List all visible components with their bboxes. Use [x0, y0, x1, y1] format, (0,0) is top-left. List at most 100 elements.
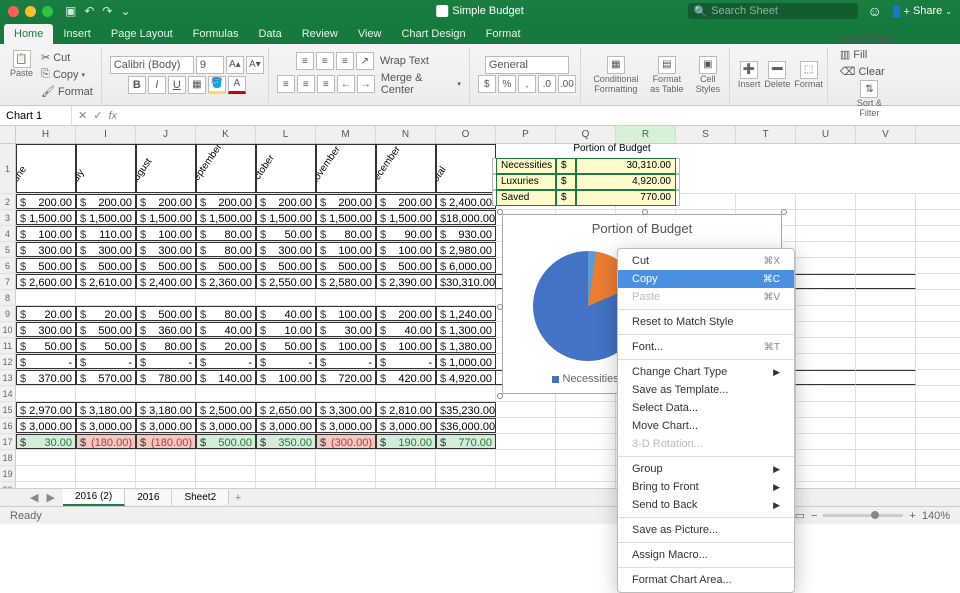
col-header[interactable]: L [256, 126, 316, 143]
data-cell[interactable]: $2,400.00 [136, 274, 196, 289]
italic-button[interactable]: I [148, 76, 166, 94]
column-headers[interactable]: HIJKLMNOPQRSTUV [0, 126, 960, 144]
data-cell[interactable]: $100.00 [376, 242, 436, 257]
data-cell[interactable]: $370.00 [16, 370, 76, 385]
undo-icon[interactable]: ↶ [84, 4, 94, 18]
indent-inc-button[interactable]: → [357, 75, 375, 93]
data-cell[interactable]: $- [76, 354, 136, 369]
data-cell[interactable]: $500.00 [16, 258, 76, 273]
maximize-icon[interactable] [42, 6, 53, 17]
redo-icon[interactable]: ↷ [102, 4, 112, 18]
data-cell[interactable]: $1,300.00 [436, 322, 496, 337]
data-cell[interactable]: $300.00 [16, 322, 76, 337]
menu-item-send-to-back[interactable]: Send to Back▶ [618, 496, 794, 514]
col-header[interactable]: R [616, 126, 676, 143]
data-cell[interactable]: $50.00 [16, 338, 76, 353]
data-cell[interactable]: $3,000.00 [16, 418, 76, 433]
fill-color-button[interactable]: 🪣 [208, 76, 226, 94]
tab-page-layout[interactable]: Page Layout [101, 24, 183, 44]
qat-more-icon[interactable]: ⌄ [120, 4, 130, 18]
data-cell[interactable]: $720.00 [316, 370, 376, 385]
align-top-button[interactable]: ≡ [296, 52, 314, 70]
data-cell[interactable]: $100.00 [256, 370, 316, 385]
col-header[interactable]: U [796, 126, 856, 143]
data-cell[interactable]: $100.00 [316, 242, 376, 257]
data-cell[interactable]: $200.00 [196, 194, 256, 209]
merge-button[interactable]: Merge & Center▾ [377, 71, 465, 97]
col-header[interactable]: I [76, 126, 136, 143]
col-header[interactable]: V [856, 126, 916, 143]
data-cell[interactable]: $35,230.00 [436, 402, 496, 417]
data-cell[interactable]: $2,550.00 [256, 274, 316, 289]
data-cell[interactable]: $200.00 [316, 194, 376, 209]
data-cell[interactable]: $- [136, 354, 196, 369]
data-cell[interactable]: $2,650.00 [256, 402, 316, 417]
data-cell[interactable]: $100.00 [316, 338, 376, 353]
data-cell[interactable]: $80.00 [196, 226, 256, 241]
cut-button[interactable]: ✂Cut [37, 50, 97, 65]
data-cell[interactable]: $500.00 [196, 434, 256, 449]
tab-format[interactable]: Format [476, 24, 531, 44]
data-cell[interactable]: $30.00 [16, 434, 76, 449]
menu-item-format-chart-area---[interactable]: Format Chart Area... [618, 571, 794, 589]
data-cell[interactable]: $80.00 [316, 226, 376, 241]
border-button[interactable]: ▦ [188, 76, 206, 94]
font-color-button[interactable]: A [228, 76, 246, 94]
data-cell[interactable]: $- [316, 354, 376, 369]
menu-item-bring-to-front[interactable]: Bring to Front▶ [618, 478, 794, 496]
dec-decimal-button[interactable]: .00 [558, 75, 576, 93]
col-header[interactable]: J [136, 126, 196, 143]
data-cell[interactable]: $770.00 [436, 434, 496, 449]
sort-icon[interactable]: ⇅ [860, 80, 878, 98]
data-cell[interactable]: $200.00 [376, 194, 436, 209]
data-cell[interactable]: $3,000.00 [316, 418, 376, 433]
data-cell[interactable]: $20.00 [76, 306, 136, 321]
cell-styles-icon[interactable]: ▣ [699, 56, 717, 74]
data-cell[interactable]: $570.00 [76, 370, 136, 385]
data-cell[interactable]: $1,500.00 [136, 210, 196, 225]
data-cell[interactable]: $3,180.00 [136, 402, 196, 417]
data-cell[interactable]: $300.00 [136, 242, 196, 257]
data-cell[interactable]: $50.00 [256, 226, 316, 241]
data-cell[interactable]: $3,000.00 [376, 418, 436, 433]
data-cell[interactable]: $(180.00) [136, 434, 196, 449]
data-cell[interactable]: $2,360.00 [196, 274, 256, 289]
close-icon[interactable] [8, 6, 19, 17]
menu-item-change-chart-type[interactable]: Change Chart Type▶ [618, 363, 794, 381]
data-cell[interactable]: $300.00 [76, 242, 136, 257]
data-cell[interactable]: $2,970.00 [16, 402, 76, 417]
data-cell[interactable]: $420.00 [376, 370, 436, 385]
data-cell[interactable]: $10.00 [256, 322, 316, 337]
data-cell[interactable]: $80.00 [196, 242, 256, 257]
clear-button[interactable]: ⌫Clear [836, 64, 899, 79]
align-center-button[interactable]: ≡ [297, 75, 315, 93]
data-cell[interactable]: $1,500.00 [376, 210, 436, 225]
tab-home[interactable]: Home [4, 24, 53, 44]
menu-item-select-data---[interactable]: Select Data... [618, 399, 794, 417]
data-cell[interactable]: $20.00 [196, 338, 256, 353]
data-cell[interactable]: $3,000.00 [256, 418, 316, 433]
confirm-formula-icon[interactable]: ✓ [93, 109, 102, 122]
data-cell[interactable]: $30,310.00 [436, 274, 496, 289]
data-cell[interactable]: $3,180.00 [76, 402, 136, 417]
data-cell[interactable]: $200.00 [256, 194, 316, 209]
paste-icon[interactable]: 📋 [13, 50, 31, 68]
data-cell[interactable]: $500.00 [136, 306, 196, 321]
chart-context-menu[interactable]: Cut⌘XCopy⌘CPaste⌘VReset to Match StyleFo… [617, 248, 795, 593]
font-size-select[interactable]: 9 [196, 56, 224, 74]
currency-button[interactable]: $ [478, 75, 496, 93]
data-cell[interactable]: $- [256, 354, 316, 369]
data-cell[interactable]: $500.00 [76, 322, 136, 337]
col-header[interactable]: S [676, 126, 736, 143]
fx-icon[interactable]: fx [108, 110, 117, 122]
col-header[interactable]: K [196, 126, 256, 143]
align-bottom-button[interactable]: ≡ [336, 52, 354, 70]
data-cell[interactable]: $100.00 [376, 338, 436, 353]
zoom-in-button[interactable]: + [909, 510, 915, 522]
col-header[interactable]: T [736, 126, 796, 143]
data-cell[interactable]: $2,400.00 [436, 194, 496, 209]
data-cell[interactable]: $500.00 [316, 258, 376, 273]
data-cell[interactable]: $100.00 [136, 226, 196, 241]
tab-data[interactable]: Data [248, 24, 291, 44]
data-cell[interactable]: $2,810.00 [376, 402, 436, 417]
